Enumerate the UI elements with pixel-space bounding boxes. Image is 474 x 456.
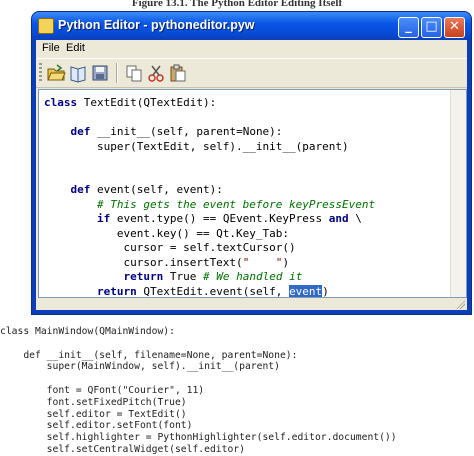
menu-file[interactable]: File: [42, 42, 60, 54]
file-open-icon[interactable]: [46, 63, 66, 83]
code-token: return: [96, 284, 137, 298]
code-token: __init__(self, parent=None):: [90, 125, 283, 138]
file-open-book-icon[interactable]: [68, 63, 88, 83]
code-line: return QTextEdit.event(self, event): [44, 284, 375, 298]
listing-line: self.setCentralWidget(self.editor): [0, 443, 245, 455]
code-line: super(TextEdit, self).__init__(parent): [44, 140, 375, 155]
listing-line: self.editor.setFont(font): [0, 420, 193, 432]
listing-line: font.setFixedPitch(True): [0, 396, 187, 408]
toolbar-separator: [116, 63, 118, 83]
minimize-button[interactable]: _: [398, 17, 419, 38]
app-icon: [38, 18, 54, 34]
resize-grip-icon[interactable]: [455, 299, 465, 309]
code-token: # This gets the event before keyPressEve…: [96, 197, 376, 211]
code-token: if: [96, 212, 111, 225]
close-button[interactable]: ✕: [444, 17, 465, 38]
code-editor[interactable]: class TextEdit(QTextEdit): def __init__(…: [38, 89, 467, 298]
code-token: \: [348, 212, 362, 225]
file-save-icon[interactable]: [90, 63, 110, 83]
title-bar[interactable]: Python Editor - pythoneditor.pyw _ □ ✕: [32, 12, 471, 40]
maximize-icon: □: [425, 19, 438, 34]
toolbar: [36, 58, 467, 88]
listing-line: font = QFont("Courier", 11): [0, 384, 205, 396]
figure-caption: Figure 13.1. The Python Editor Editing I…: [131, 0, 343, 9]
code-text[interactable]: class TextEdit(QTextEdit): def __init__(…: [44, 96, 375, 298]
code-line: event.key() == Qt.Key_Tab:: [44, 227, 375, 242]
code-token: TextEdit(QTextEdit):: [77, 96, 217, 109]
code-token: def: [70, 183, 91, 196]
code-token: cursor.insertText(: [44, 255, 243, 269]
window-title: Python Editor - pythoneditor.pyw: [58, 18, 255, 32]
listing-line: self.highlighter = PythonHighlighter(sel…: [0, 432, 397, 444]
code-line: def __init__(self, parent=None):: [44, 125, 375, 140]
code-token: and: [328, 212, 349, 225]
code-token: ): [322, 284, 329, 298]
code-token: event.type() == QEvent.KeyPress: [110, 212, 329, 225]
maximize-button[interactable]: □: [421, 17, 442, 38]
code-token: True: [163, 270, 203, 283]
code-line: class TextEdit(QTextEdit):: [44, 96, 375, 111]
close-icon: ✕: [449, 19, 460, 34]
code-line: return True # We handled it: [44, 270, 375, 285]
code-token: # We handled it: [202, 270, 303, 283]
code-line: if event.type() == QEvent.KeyPress and \: [44, 212, 375, 227]
vertical-scrollbar[interactable]: [450, 90, 466, 297]
menu-edit[interactable]: Edit: [66, 42, 85, 54]
listing-line: self.editor = TextEdit(): [0, 408, 187, 420]
menu-bar: File Edit: [36, 40, 467, 57]
code-token: event(self, event):: [90, 183, 223, 196]
listing-line: [0, 338, 397, 350]
toolbar-grip[interactable]: [39, 63, 42, 83]
code-token: ): [282, 255, 290, 269]
selected-text: event: [289, 284, 323, 298]
code-token: cursor = self.textCursor(): [44, 241, 296, 254]
listing-line: class MainWindow(QMainWindow):: [0, 326, 175, 337]
code-token: event.key() == Qt.Key_Tab:: [44, 226, 290, 240]
window-client-area: File Edit class TextEdit(QTextEdit): def…: [36, 40, 467, 310]
code-token: return: [123, 270, 164, 283]
copy-icon[interactable]: [124, 63, 144, 83]
listing-line: super(MainWindow, self).__init__(parent): [0, 361, 280, 373]
cut-icon[interactable]: [146, 63, 166, 83]
source-code-listing: class MainWindow(QMainWindow): def __ini…: [0, 326, 397, 456]
code-token: " ": [242, 255, 283, 269]
code-line: # This gets the event before keyPressEve…: [44, 198, 375, 213]
code-token: super(TextEdit, self).__init__(parent): [44, 139, 349, 153]
code-line: def event(self, event):: [44, 183, 375, 198]
python-editor-window: Python Editor - pythoneditor.pyw _ □ ✕ F…: [32, 12, 471, 314]
code-token: class: [44, 96, 78, 109]
paste-icon[interactable]: [168, 63, 188, 83]
code-token: def: [70, 125, 91, 138]
status-bar: [36, 298, 467, 310]
code-line: cursor.insertText(" "): [44, 256, 375, 271]
minimize-icon: _: [405, 19, 412, 34]
code-token: QTextEdit.event(self,: [136, 284, 290, 298]
listing-line: [0, 373, 397, 385]
code-line: cursor = self.textCursor(): [44, 241, 375, 256]
listing-line: def __init__(self, filename=None, parent…: [0, 349, 298, 361]
